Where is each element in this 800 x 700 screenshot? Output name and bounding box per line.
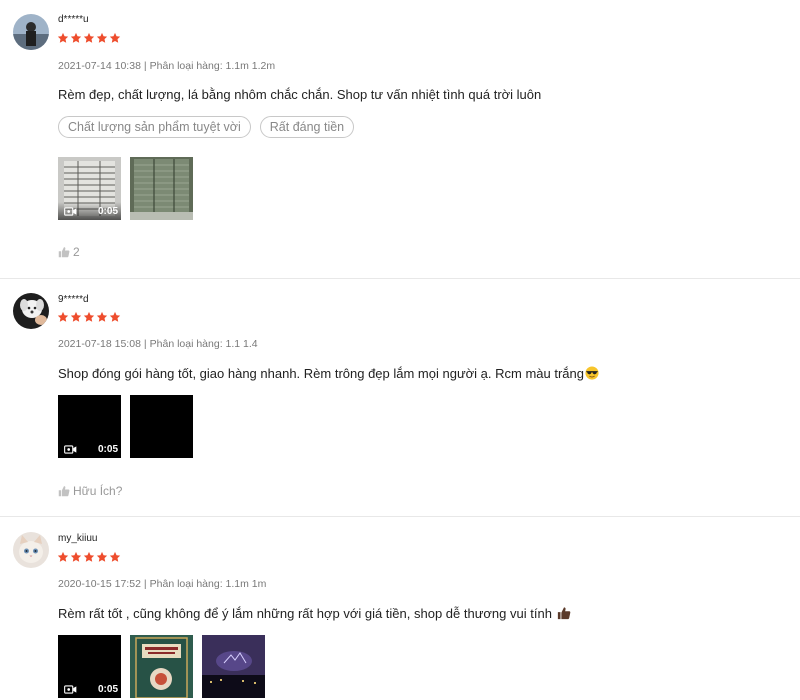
thumbs-up-emoji-icon [557,607,570,620]
rating-stars [57,551,121,563]
review-date: 2021-07-18 15:08 [58,338,141,350]
meta-separator: | [143,338,147,350]
reviewer-name[interactable]: my_kiiuu [58,533,97,544]
helpful-label: Hữu Ích? [73,484,123,498]
review-tag[interactable]: Chất lượng sản phẩm tuyệt vời [58,116,251,138]
review-image-thumbnail[interactable] [130,635,193,698]
review-media: 0:05 [58,635,265,698]
thumbs-up-icon [58,247,70,258]
star-icon [96,551,108,562]
review-video-thumbnail[interactable]: 0:05 [58,635,121,698]
reviewer-name[interactable]: d*****u [58,14,89,25]
review-date: 2020-10-15 17:52 [58,578,141,590]
star-icon [83,551,95,562]
star-icon [83,32,95,43]
star-icon [96,32,108,43]
video-camera-icon [64,685,77,694]
star-icon [109,551,121,562]
review-tag[interactable]: Rất đáng tiền [259,116,355,138]
review-meta: 2020-10-15 17:52 | Phân loại hàng: 1.1m 1m [58,578,266,590]
star-icon [70,551,82,562]
helpful-button[interactable]: 2 [58,245,80,259]
review-image-thumbnail[interactable] [202,635,265,698]
review-media: 0:05 [58,395,193,458]
review-divider [0,278,800,279]
review-date: 2021-07-14 10:38 [58,60,141,72]
star-icon [57,32,69,43]
star-icon [57,551,69,562]
review-tags: Chất lượng sản phẩm tuyệt vời Rất đáng t… [58,116,355,138]
video-duration: 0:05 [97,444,118,455]
review-comment: Rèm rất tốt , cũng không để ý lắm những … [58,606,552,621]
avatar[interactable] [13,293,49,329]
meta-separator: | [143,578,147,590]
review-comment: Shop đóng gói hàng tốt, giao hàng nhanh.… [58,366,584,381]
review-media: 0:05 [58,157,193,220]
star-icon [83,311,95,322]
review-divider [0,516,800,517]
reviewer-name[interactable]: 9*****d [58,294,89,305]
rating-stars [57,311,121,323]
helpful-button[interactable]: Hữu Ích? [58,484,122,498]
review-image-thumbnail[interactable] [130,395,193,458]
star-icon [70,32,82,43]
meta-separator: | [143,60,147,72]
video-duration: 0:05 [97,684,118,695]
review-variation: Phân loại hàng: 1.1m 1.2m [149,60,276,72]
star-icon [70,311,82,322]
review-variation: Phân loại hàng: 1.1m 1m [149,578,267,590]
avatar[interactable] [13,532,49,568]
star-icon [109,311,121,322]
review-comment: Rèm đẹp, chất lượng, lá bằng nhôm chắc c… [58,87,542,102]
sunglasses-emoji-icon [585,366,599,380]
review-meta: 2021-07-18 15:08 | Phân loại hàng: 1.1 1.4 [58,338,258,350]
thumbs-up-icon [58,486,70,497]
review-meta: 2021-07-14 10:38 | Phân loại hàng: 1.1m 1.… [58,60,275,72]
rating-stars [57,32,121,44]
helpful-count: 2 [73,245,80,259]
review-comment-line: Rèm rất tốt , cũng không để ý lắm những … [58,606,571,621]
review-image-thumbnail[interactable] [130,157,193,220]
video-camera-icon [64,445,77,454]
star-icon [96,311,108,322]
review-comment-line: Shop đóng gói hàng tốt, giao hàng nhanh.… [58,366,599,381]
video-duration: 0:05 [97,206,118,217]
review-video-thumbnail[interactable]: 0:05 [58,395,121,458]
avatar[interactable] [13,14,49,50]
review-variation: Phân loại hàng: 1.1 1.4 [149,338,258,350]
star-icon [109,32,121,43]
video-camera-icon [64,207,77,216]
review-video-thumbnail[interactable]: 0:05 [58,157,121,220]
star-icon [57,311,69,322]
